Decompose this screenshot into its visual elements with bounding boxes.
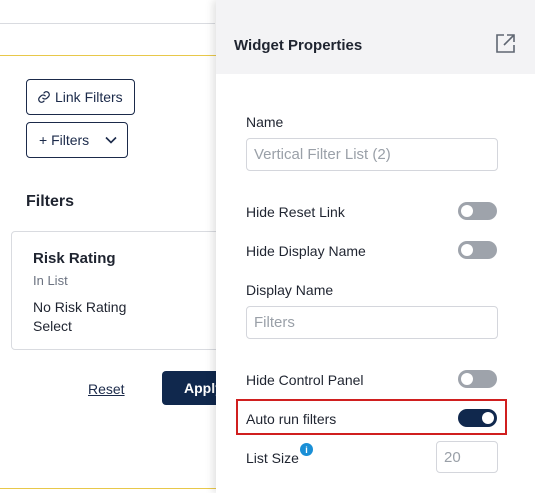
reset-link[interactable]: Reset [88,381,125,397]
panel-header: Widget Properties [216,0,535,74]
link-filters-label: Link Filters [55,89,123,105]
link-icon [38,91,50,103]
list-size-input[interactable] [436,441,498,473]
hide-reset-link-label: Hide Reset Link [246,204,345,220]
hide-display-name-toggle[interactable] [458,241,497,259]
add-filters-label: + Filters [39,132,90,148]
info-icon[interactable]: i [300,443,313,456]
link-filters-button[interactable]: Link Filters [26,79,135,115]
filter-value: No Risk Rating [33,299,127,315]
list-size-label: List Size [246,450,299,466]
name-label: Name [246,114,284,130]
hide-control-panel-toggle[interactable] [458,370,497,388]
chevron-down-icon [105,136,117,144]
display-name-input[interactable] [246,306,498,339]
hide-reset-link-toggle[interactable] [458,202,497,220]
hide-display-name-label: Hide Display Name [246,243,366,259]
highlight-box [236,399,507,435]
toggle-knob [461,205,473,217]
add-filters-button[interactable]: + Filters [26,122,128,158]
popout-icon[interactable] [495,33,516,54]
display-name-label: Display Name [246,282,334,298]
filters-heading: Filters [26,193,75,210]
filter-operator: In List [33,273,68,288]
filter-select-link[interactable]: Select [33,318,72,334]
panel-title: Widget Properties [234,37,363,54]
top-divider [0,23,215,24]
name-input[interactable] [246,138,498,171]
hide-control-panel-label: Hide Control Panel [246,372,364,388]
toggle-knob [461,373,473,385]
filter-card[interactable]: Risk Rating In List No Risk Rating Selec… [11,231,226,350]
toggle-knob [461,244,473,256]
filter-title: Risk Rating [33,250,116,267]
